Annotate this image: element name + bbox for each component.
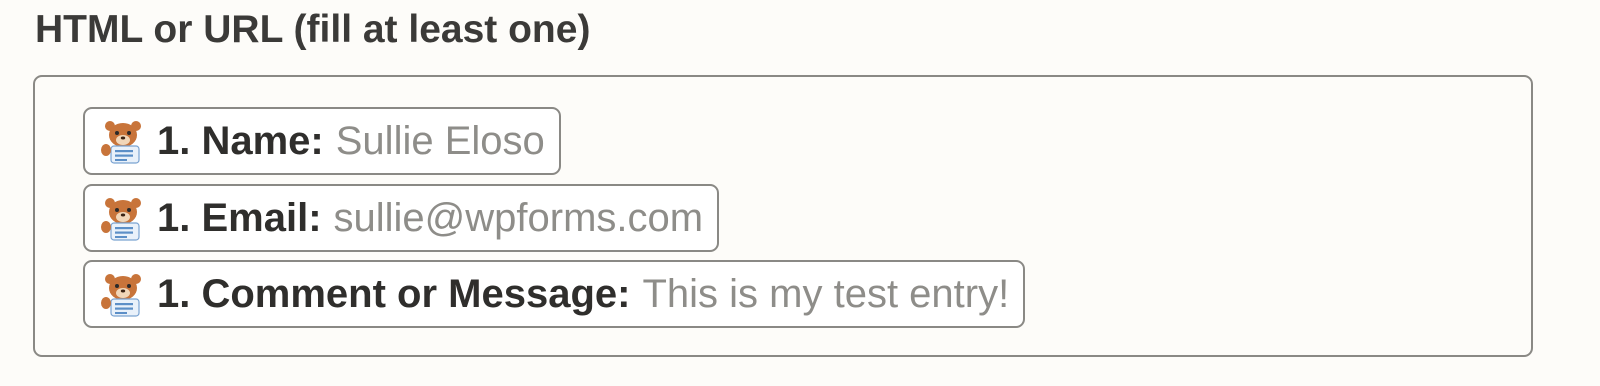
pill-field-name: 1. Comment or Message:	[157, 271, 631, 316]
mapped-field-pill-name[interactable]: 1. Name: Sullie Eloso	[83, 107, 561, 175]
wpforms-bear-icon	[101, 198, 141, 241]
pill-field-value: sullie@wpforms.com	[333, 195, 704, 240]
wpforms-bear-icon	[101, 121, 141, 164]
pill-field-value: Sullie Eloso	[335, 118, 545, 163]
html-or-url-input[interactable]: 1. Name: Sullie Eloso 1. Email: sullie@w…	[33, 75, 1533, 357]
pill-field-name: 1. Name:	[157, 118, 324, 163]
mapped-field-pill-email[interactable]: 1. Email: sullie@wpforms.com	[83, 184, 720, 252]
pill-field-value: This is my test entry!	[642, 271, 1010, 316]
pill-field-name: 1. Email:	[157, 195, 322, 240]
field-label: HTML or URL (fill at least one)	[35, 8, 591, 51]
wpforms-bear-icon	[101, 274, 141, 317]
mapped-field-pill-comment[interactable]: 1. Comment or Message: This is my test e…	[83, 260, 1026, 328]
